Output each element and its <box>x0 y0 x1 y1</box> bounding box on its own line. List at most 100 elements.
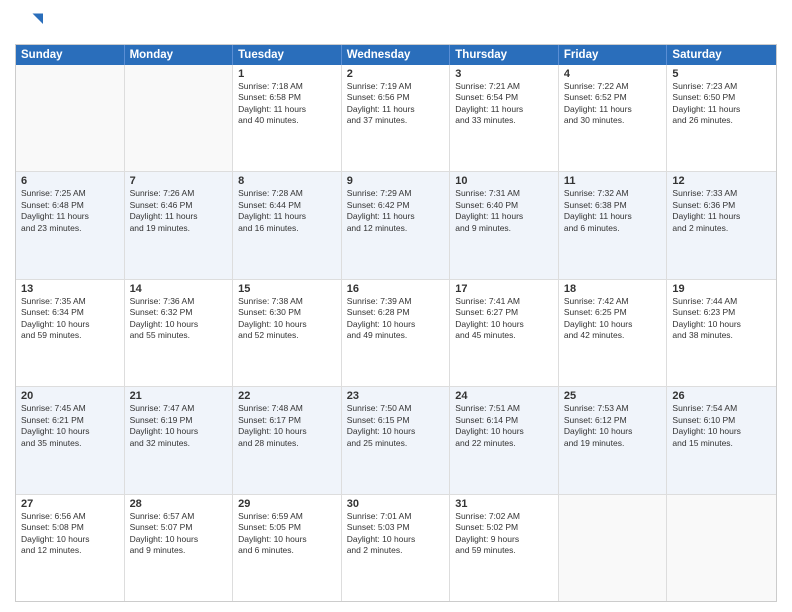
calendar-header-row: SundayMondayTuesdayWednesdayThursdayFrid… <box>16 45 776 65</box>
calendar-cell: 12Sunrise: 7:33 AMSunset: 6:36 PMDayligh… <box>667 172 776 278</box>
logo-icon <box>15 10 43 38</box>
calendar-header-cell: Friday <box>559 45 668 65</box>
day-number: 30 <box>347 498 445 510</box>
cell-text: Sunrise: 7:36 AMSunset: 6:32 PMDaylight:… <box>130 296 228 342</box>
calendar-cell: 28Sunrise: 6:57 AMSunset: 5:07 PMDayligh… <box>125 495 234 601</box>
calendar-cell: 27Sunrise: 6:56 AMSunset: 5:08 PMDayligh… <box>16 495 125 601</box>
day-number: 31 <box>455 498 553 510</box>
cell-text: Sunrise: 7:26 AMSunset: 6:46 PMDaylight:… <box>130 188 228 234</box>
calendar-header-cell: Monday <box>125 45 234 65</box>
calendar-cell: 18Sunrise: 7:42 AMSunset: 6:25 PMDayligh… <box>559 280 668 386</box>
calendar-row: 1Sunrise: 7:18 AMSunset: 6:58 PMDaylight… <box>16 65 776 172</box>
calendar-row: 6Sunrise: 7:25 AMSunset: 6:48 PMDaylight… <box>16 172 776 279</box>
calendar-cell: 25Sunrise: 7:53 AMSunset: 6:12 PMDayligh… <box>559 387 668 493</box>
calendar-cell <box>125 65 234 171</box>
calendar-cell: 9Sunrise: 7:29 AMSunset: 6:42 PMDaylight… <box>342 172 451 278</box>
cell-text: Sunrise: 7:41 AMSunset: 6:27 PMDaylight:… <box>455 296 553 342</box>
cell-text: Sunrise: 7:23 AMSunset: 6:50 PMDaylight:… <box>672 81 771 127</box>
calendar-cell: 23Sunrise: 7:50 AMSunset: 6:15 PMDayligh… <box>342 387 451 493</box>
calendar-cell: 20Sunrise: 7:45 AMSunset: 6:21 PMDayligh… <box>16 387 125 493</box>
cell-text: Sunrise: 6:57 AMSunset: 5:07 PMDaylight:… <box>130 511 228 557</box>
calendar-header-cell: Sunday <box>16 45 125 65</box>
cell-text: Sunrise: 7:35 AMSunset: 6:34 PMDaylight:… <box>21 296 119 342</box>
calendar-cell: 24Sunrise: 7:51 AMSunset: 6:14 PMDayligh… <box>450 387 559 493</box>
cell-text: Sunrise: 6:56 AMSunset: 5:08 PMDaylight:… <box>21 511 119 557</box>
calendar-cell: 5Sunrise: 7:23 AMSunset: 6:50 PMDaylight… <box>667 65 776 171</box>
day-number: 27 <box>21 498 119 510</box>
cell-text: Sunrise: 7:53 AMSunset: 6:12 PMDaylight:… <box>564 403 662 449</box>
cell-text: Sunrise: 7:45 AMSunset: 6:21 PMDaylight:… <box>21 403 119 449</box>
calendar-cell: 26Sunrise: 7:54 AMSunset: 6:10 PMDayligh… <box>667 387 776 493</box>
cell-text: Sunrise: 6:59 AMSunset: 5:05 PMDaylight:… <box>238 511 336 557</box>
cell-text: Sunrise: 7:19 AMSunset: 6:56 PMDaylight:… <box>347 81 445 127</box>
cell-text: Sunrise: 7:48 AMSunset: 6:17 PMDaylight:… <box>238 403 336 449</box>
day-number: 15 <box>238 283 336 295</box>
day-number: 19 <box>672 283 771 295</box>
calendar-cell: 8Sunrise: 7:28 AMSunset: 6:44 PMDaylight… <box>233 172 342 278</box>
day-number: 18 <box>564 283 662 295</box>
calendar-cell: 6Sunrise: 7:25 AMSunset: 6:48 PMDaylight… <box>16 172 125 278</box>
day-number: 26 <box>672 390 771 402</box>
day-number: 25 <box>564 390 662 402</box>
calendar-cell <box>16 65 125 171</box>
calendar-cell: 1Sunrise: 7:18 AMSunset: 6:58 PMDaylight… <box>233 65 342 171</box>
day-number: 3 <box>455 68 553 80</box>
cell-text: Sunrise: 7:29 AMSunset: 6:42 PMDaylight:… <box>347 188 445 234</box>
day-number: 24 <box>455 390 553 402</box>
day-number: 8 <box>238 175 336 187</box>
calendar-cell: 29Sunrise: 6:59 AMSunset: 5:05 PMDayligh… <box>233 495 342 601</box>
calendar-cell <box>667 495 776 601</box>
calendar-cell: 7Sunrise: 7:26 AMSunset: 6:46 PMDaylight… <box>125 172 234 278</box>
day-number: 2 <box>347 68 445 80</box>
day-number: 17 <box>455 283 553 295</box>
calendar-cell: 31Sunrise: 7:02 AMSunset: 5:02 PMDayligh… <box>450 495 559 601</box>
cell-text: Sunrise: 7:02 AMSunset: 5:02 PMDaylight:… <box>455 511 553 557</box>
calendar: SundayMondayTuesdayWednesdayThursdayFrid… <box>15 44 777 602</box>
day-number: 12 <box>672 175 771 187</box>
cell-text: Sunrise: 7:18 AMSunset: 6:58 PMDaylight:… <box>238 81 336 127</box>
calendar-cell: 11Sunrise: 7:32 AMSunset: 6:38 PMDayligh… <box>559 172 668 278</box>
calendar-cell: 16Sunrise: 7:39 AMSunset: 6:28 PMDayligh… <box>342 280 451 386</box>
day-number: 22 <box>238 390 336 402</box>
day-number: 23 <box>347 390 445 402</box>
cell-text: Sunrise: 7:31 AMSunset: 6:40 PMDaylight:… <box>455 188 553 234</box>
cell-text: Sunrise: 7:50 AMSunset: 6:15 PMDaylight:… <box>347 403 445 449</box>
calendar-header-cell: Wednesday <box>342 45 451 65</box>
calendar-cell: 30Sunrise: 7:01 AMSunset: 5:03 PMDayligh… <box>342 495 451 601</box>
calendar-cell: 17Sunrise: 7:41 AMSunset: 6:27 PMDayligh… <box>450 280 559 386</box>
calendar-header-cell: Saturday <box>667 45 776 65</box>
cell-text: Sunrise: 7:54 AMSunset: 6:10 PMDaylight:… <box>672 403 771 449</box>
day-number: 14 <box>130 283 228 295</box>
calendar-cell: 2Sunrise: 7:19 AMSunset: 6:56 PMDaylight… <box>342 65 451 171</box>
day-number: 16 <box>347 283 445 295</box>
day-number: 7 <box>130 175 228 187</box>
calendar-row: 13Sunrise: 7:35 AMSunset: 6:34 PMDayligh… <box>16 280 776 387</box>
cell-text: Sunrise: 7:47 AMSunset: 6:19 PMDaylight:… <box>130 403 228 449</box>
cell-text: Sunrise: 7:39 AMSunset: 6:28 PMDaylight:… <box>347 296 445 342</box>
cell-text: Sunrise: 7:33 AMSunset: 6:36 PMDaylight:… <box>672 188 771 234</box>
calendar-row: 27Sunrise: 6:56 AMSunset: 5:08 PMDayligh… <box>16 495 776 601</box>
day-number: 10 <box>455 175 553 187</box>
page: SundayMondayTuesdayWednesdayThursdayFrid… <box>0 0 792 612</box>
calendar-cell: 14Sunrise: 7:36 AMSunset: 6:32 PMDayligh… <box>125 280 234 386</box>
logo <box>15 10 47 38</box>
cell-text: Sunrise: 7:38 AMSunset: 6:30 PMDaylight:… <box>238 296 336 342</box>
cell-text: Sunrise: 7:32 AMSunset: 6:38 PMDaylight:… <box>564 188 662 234</box>
calendar-cell: 10Sunrise: 7:31 AMSunset: 6:40 PMDayligh… <box>450 172 559 278</box>
cell-text: Sunrise: 7:44 AMSunset: 6:23 PMDaylight:… <box>672 296 771 342</box>
calendar-header-cell: Tuesday <box>233 45 342 65</box>
day-number: 9 <box>347 175 445 187</box>
cell-text: Sunrise: 7:01 AMSunset: 5:03 PMDaylight:… <box>347 511 445 557</box>
day-number: 20 <box>21 390 119 402</box>
calendar-cell: 22Sunrise: 7:48 AMSunset: 6:17 PMDayligh… <box>233 387 342 493</box>
calendar-cell: 21Sunrise: 7:47 AMSunset: 6:19 PMDayligh… <box>125 387 234 493</box>
cell-text: Sunrise: 7:22 AMSunset: 6:52 PMDaylight:… <box>564 81 662 127</box>
day-number: 6 <box>21 175 119 187</box>
day-number: 13 <box>21 283 119 295</box>
cell-text: Sunrise: 7:42 AMSunset: 6:25 PMDaylight:… <box>564 296 662 342</box>
day-number: 29 <box>238 498 336 510</box>
cell-text: Sunrise: 7:21 AMSunset: 6:54 PMDaylight:… <box>455 81 553 127</box>
cell-text: Sunrise: 7:25 AMSunset: 6:48 PMDaylight:… <box>21 188 119 234</box>
day-number: 11 <box>564 175 662 187</box>
calendar-cell: 15Sunrise: 7:38 AMSunset: 6:30 PMDayligh… <box>233 280 342 386</box>
